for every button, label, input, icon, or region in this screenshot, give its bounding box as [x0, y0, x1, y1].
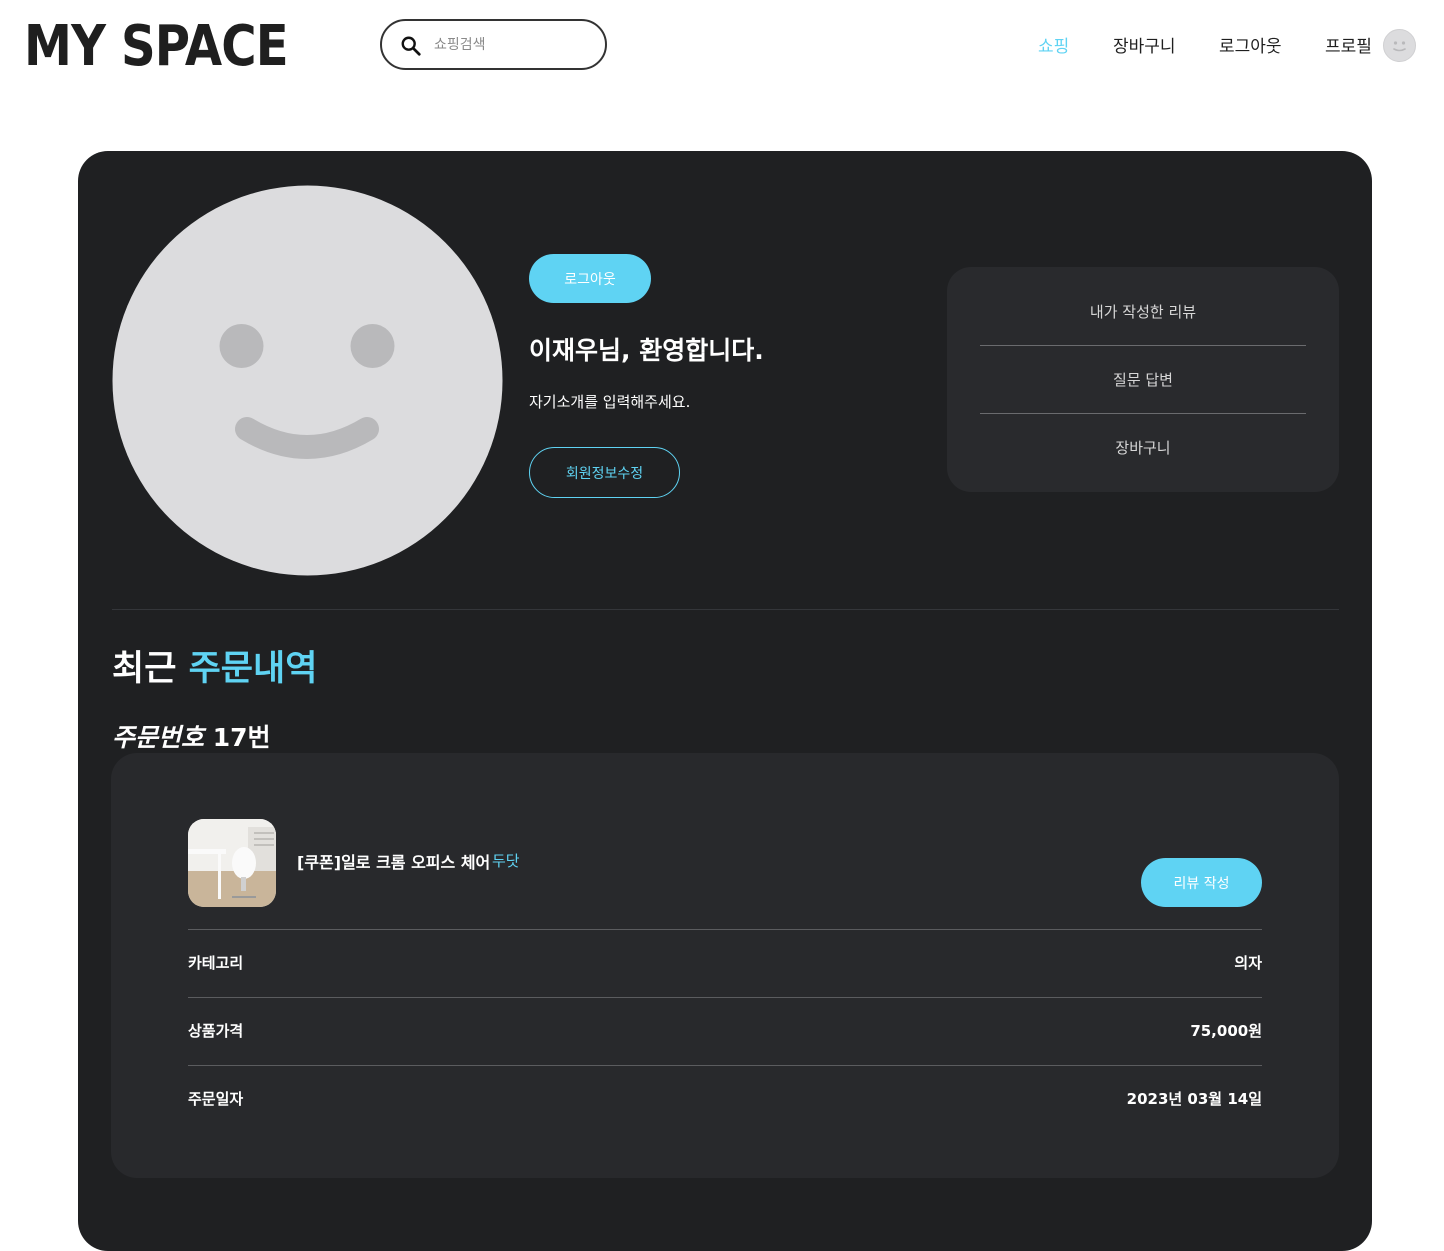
- product-brand[interactable]: 두닷: [492, 850, 520, 871]
- menu-item-cart[interactable]: 장바구니: [980, 413, 1306, 481]
- detail-label-price: 상품가격: [188, 1022, 244, 1040]
- write-review-button[interactable]: 리뷰 작성: [1141, 858, 1262, 907]
- order-number-label: 주문번호: [112, 723, 205, 752]
- title-accent: 주문내역: [188, 649, 318, 689]
- header: MY SPACE 쇼핑 장바구니 로그아웃 프로필: [0, 0, 1444, 92]
- row-divider: [188, 997, 1262, 998]
- detail-value-order-date: 2023년 03월 14일: [1126, 1090, 1262, 1108]
- profile-avatar-large-icon: [112, 185, 503, 576]
- row-divider: [188, 1065, 1262, 1066]
- row-divider: [188, 929, 1262, 930]
- order-number-value: 17번: [212, 723, 271, 752]
- logout-button[interactable]: 로그아웃: [529, 254, 651, 303]
- detail-label-category: 카테고리: [188, 954, 244, 972]
- self-introduction: 자기소개를 입력해주세요.: [529, 393, 691, 411]
- side-menu: 내가 작성한 리뷰 질문 답변 장바구니: [947, 267, 1339, 492]
- detail-value-category: 의자: [1234, 954, 1262, 972]
- menu-item-my-reviews[interactable]: 내가 작성한 리뷰: [980, 277, 1306, 345]
- top-nav: 쇼핑 장바구니 로그아웃 프로필: [0, 32, 1444, 60]
- order-card: [111, 753, 1339, 1178]
- section-divider: [112, 609, 1339, 610]
- profile-avatar-icon[interactable]: [1383, 29, 1416, 62]
- order-number: 주문번호 17번: [112, 718, 271, 754]
- product-thumbnail[interactable]: [188, 819, 276, 907]
- title-prefix: 최근: [112, 649, 177, 689]
- menu-item-qna[interactable]: 질문 답변: [980, 345, 1306, 413]
- product-name[interactable]: [쿠폰]일로 크롬 오피스 체어: [297, 849, 490, 873]
- nav-logout[interactable]: 로그아웃: [1219, 32, 1282, 57]
- nav-cart[interactable]: 장바구니: [1113, 32, 1176, 57]
- edit-profile-button[interactable]: 회원정보수정: [529, 447, 680, 498]
- detail-label-order-date: 주문일자: [188, 1090, 244, 1108]
- recent-orders-title: 최근 주문내역: [112, 640, 317, 691]
- nav-shopping[interactable]: 쇼핑: [1038, 32, 1069, 57]
- nav-profile[interactable]: 프로필: [1325, 32, 1372, 57]
- detail-value-price: 75,000원: [1190, 1022, 1262, 1040]
- welcome-message: 이재우님, 환영합니다.: [529, 336, 764, 365]
